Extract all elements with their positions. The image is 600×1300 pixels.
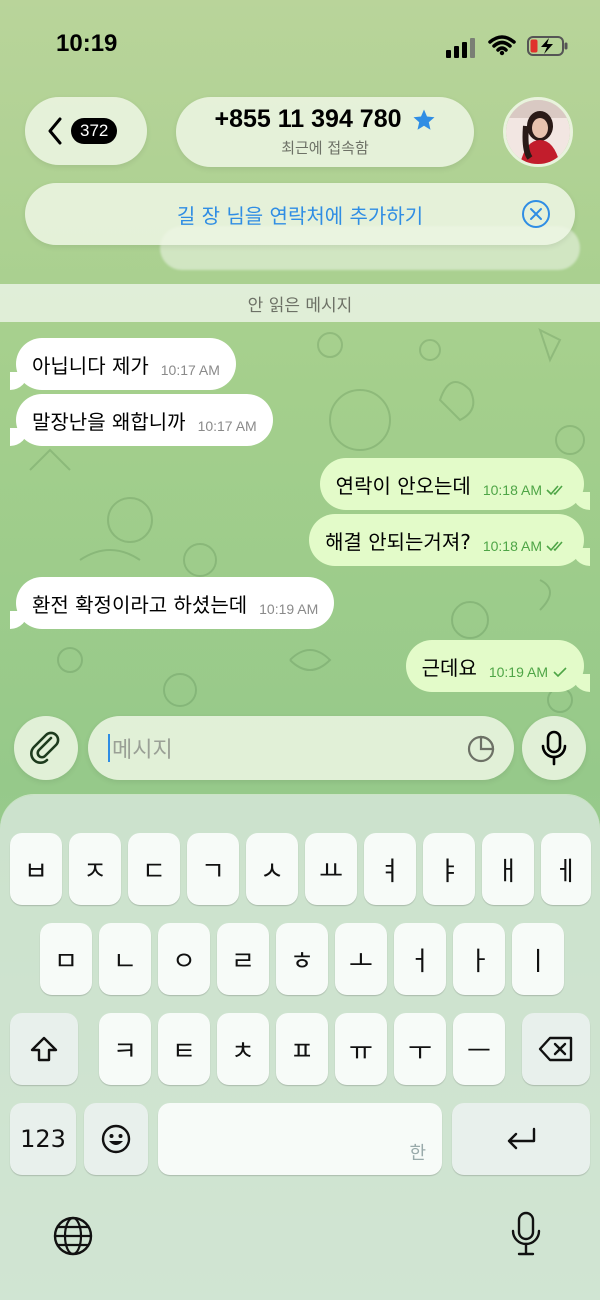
message-time: 10:17 AM (197, 418, 257, 434)
microphone-icon (541, 730, 567, 766)
korean-keyboard: ㅂ ㅈ ㄷ ㄱ ㅅ ㅛ ㅕ ㅑ ㅐ ㅔ ㅁ ㄴ ㅇ ㄹ ㅎ ㅗ ㅓ ㅏ ㅣ ㅋ … (0, 795, 600, 1300)
contact-phone: +855 11 394 780 (214, 105, 402, 133)
key[interactable]: ㄷ (128, 833, 180, 905)
double-check-icon (546, 485, 563, 496)
battery-charging-icon (527, 36, 568, 56)
attach-button[interactable] (14, 716, 78, 780)
message-text: 근데요 (421, 655, 477, 680)
key[interactable]: ㅁ (40, 923, 92, 995)
key[interactable]: ㅏ (453, 923, 505, 995)
bubble-tail (10, 611, 28, 629)
key[interactable]: ㅣ (512, 923, 564, 995)
bubble-tail (572, 674, 590, 692)
key[interactable]: ㅜ (394, 1013, 446, 1085)
contact-title: +855 11 394 780 (176, 105, 474, 134)
single-check-icon (553, 667, 567, 678)
status-time: 10:19 (56, 30, 118, 57)
chat-title-button[interactable]: +855 11 394 780 최근에 접속함 (176, 97, 474, 167)
message-text: 연락이 안오는데 (335, 473, 471, 498)
emoji-icon (101, 1124, 131, 1154)
space-key-hint: 한 (409, 1143, 426, 1164)
key[interactable]: ㄴ (99, 923, 151, 995)
star-icon (413, 109, 434, 130)
key[interactable]: ㅑ (423, 833, 475, 905)
unread-messages-divider: 안 읽은 메시지 (0, 284, 600, 322)
bubble-tail (572, 492, 590, 510)
return-key[interactable] (452, 1103, 590, 1175)
bubble-tail (572, 548, 590, 566)
message-meta: 10:18 AM (483, 538, 568, 554)
message-bubble-outgoing[interactable]: 해결 안되는거져? 10:18 AM (309, 514, 590, 566)
status-bar: 10:19 (0, 0, 600, 90)
key[interactable]: ㅎ (276, 923, 328, 995)
space-key[interactable]: 한 (158, 1103, 442, 1175)
paperclip-icon (30, 731, 60, 764)
unread-count-badge: 372 (71, 118, 118, 144)
key[interactable]: ㅛ (305, 833, 357, 905)
message-time: 10:18 AM (482, 538, 542, 554)
key[interactable]: ㅔ (541, 833, 591, 905)
message-bubble-incoming[interactable]: 말장난을 왜합니까 10:17 AM (10, 394, 273, 446)
bubble-tail (10, 372, 28, 390)
backspace-key[interactable] (522, 1013, 590, 1085)
emoji-key[interactable] (84, 1103, 148, 1175)
wifi-icon (488, 35, 516, 56)
message-bubble-outgoing[interactable]: 연락이 안오는데 10:18 AM (319, 458, 590, 510)
message-text: 환전 확정이라고 하셨는데 (32, 592, 248, 617)
double-check-icon (546, 541, 563, 552)
cellular-signal-icon (446, 38, 475, 58)
back-button[interactable]: 372 (25, 97, 147, 165)
key[interactable]: ㅐ (482, 833, 534, 905)
message-bubble-incoming[interactable]: 환전 확정이라고 하셨는데 10:19 AM (10, 577, 335, 629)
message-time: 10:19 AM (488, 664, 548, 680)
text-caret (108, 734, 110, 762)
key[interactable]: ㄱ (187, 833, 239, 905)
add-contact-banner[interactable]: 길 장 님을 연락처에 추가하기 (25, 183, 575, 245)
key[interactable]: ㅅ (246, 833, 298, 905)
message-time: 10:17 AM (160, 362, 220, 378)
message-placeholder: 메시지 (112, 738, 173, 763)
key[interactable]: ㅍ (276, 1013, 328, 1085)
message-text: 해결 안되는거져? (325, 529, 471, 554)
message-time: 10:18 AM (482, 482, 542, 498)
key[interactable]: ㅠ (335, 1013, 387, 1085)
avatar-photo (506, 100, 570, 164)
key[interactable]: ㅗ (335, 923, 387, 995)
globe-icon[interactable] (52, 1215, 94, 1257)
key[interactable]: ㅈ (69, 833, 121, 905)
close-circle-icon[interactable] (521, 199, 551, 229)
key[interactable]: ㄹ (217, 923, 269, 995)
contact-avatar[interactable] (503, 97, 573, 167)
sticker-icon[interactable] (466, 734, 496, 764)
message-bubble-outgoing[interactable]: 근데요 10:19 AM (405, 640, 590, 692)
backspace-icon (538, 1036, 573, 1062)
add-contact-text: 길 장 님을 연락처에 추가하기 (176, 203, 424, 228)
key[interactable]: ㅋ (99, 1013, 151, 1085)
dictation-microphone-icon[interactable] (510, 1211, 542, 1257)
shift-icon (30, 1036, 58, 1062)
message-time: 10:19 AM (259, 601, 319, 617)
key[interactable]: ㅓ (394, 923, 446, 995)
key[interactable]: ㅇ (158, 923, 210, 995)
key[interactable]: ㅌ (158, 1013, 210, 1085)
message-meta: 10:19 AM (489, 664, 568, 680)
numbers-key[interactable]: 123 (10, 1103, 76, 1175)
message-input[interactable]: 메시지 (88, 716, 514, 780)
return-icon (507, 1127, 536, 1150)
bubble-tail (10, 428, 28, 446)
shift-key[interactable] (10, 1013, 78, 1085)
key[interactable]: ㅡ (453, 1013, 505, 1085)
key[interactable]: ㅕ (364, 833, 416, 905)
key[interactable]: ㅂ (10, 833, 62, 905)
chevron-left-icon (48, 117, 62, 145)
voice-message-button[interactable] (522, 716, 586, 780)
key[interactable]: ㅊ (217, 1013, 269, 1085)
message-bubble-incoming[interactable]: 아닙니다 제가 10:17 AM (10, 338, 236, 390)
message-meta: 10:18 AM (483, 482, 568, 498)
last-seen-status: 최근에 접속함 (281, 139, 369, 157)
message-text: 말장난을 왜합니까 (32, 409, 186, 434)
message-text: 아닙니다 제가 (32, 353, 149, 378)
